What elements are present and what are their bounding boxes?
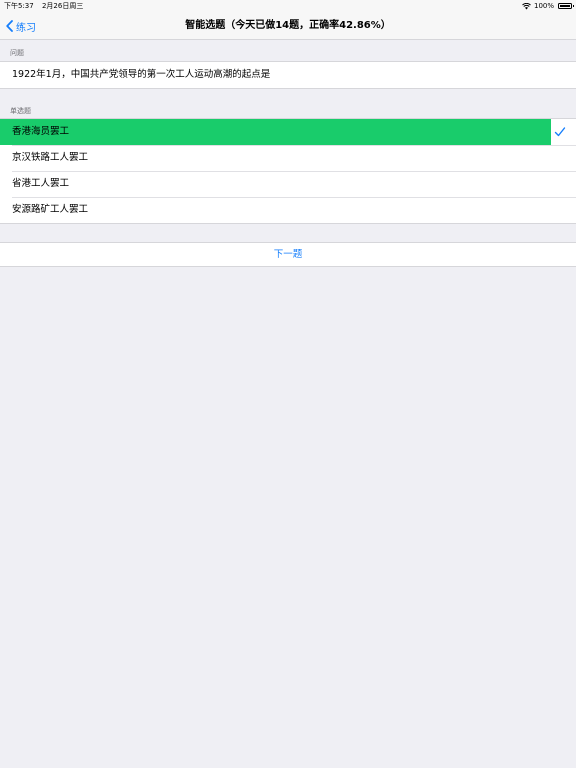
chevron-left-icon [6, 20, 13, 32]
question-section-header: 问题 [10, 49, 24, 57]
option-item[interactable]: 京汉铁路工人罢工 [0, 145, 576, 171]
options-group: 香港海员罢工 京汉铁路工人罢工 省港工人罢工 安源路矿工人罢工 [0, 118, 576, 224]
question-text: 1922年1月，中国共产党领导的第一次工人运动高潮的起点是 [0, 62, 576, 88]
battery-icon [558, 3, 574, 9]
question-group: 1922年1月，中国共产党领导的第一次工人运动高潮的起点是 [0, 61, 576, 89]
battery-percent: 100% [533, 2, 554, 10]
option-label: 京汉铁路工人罢工 [12, 152, 89, 163]
status-time: 下午5:37 [4, 2, 34, 10]
wifi-icon [522, 2, 531, 9]
option-item[interactable]: 省港工人罢工 [0, 171, 576, 197]
back-button-label: 练习 [16, 22, 36, 34]
status-left: 下午5:37 2月26日周三 [4, 0, 89, 12]
options-section-header: 单选题 [10, 107, 31, 115]
option-label: 安源路矿工人罢工 [12, 204, 89, 215]
nav-bar: 智能选题（今天已做14题，正确率42.86%） 练习 [0, 12, 576, 40]
question-label: 1922年1月，中国共产党领导的第一次工人运动高潮的起点是 [12, 69, 271, 80]
status-date: 2月26日周三 [41, 2, 84, 10]
option-item[interactable]: 安源路矿工人罢工 [0, 197, 576, 223]
back-button[interactable]: 练习 [6, 17, 36, 35]
option-label: 省港工人罢工 [12, 178, 70, 189]
selected-highlight [0, 119, 551, 145]
checkmark-icon [554, 127, 566, 137]
next-question-button[interactable]: 下一题 [0, 242, 576, 267]
page-title: 智能选题（今天已做14题，正确率42.86%） [185, 20, 391, 31]
status-bar: 下午5:37 2月26日周三 100% [0, 0, 576, 12]
option-label: 香港海员罢工 [12, 126, 70, 137]
option-item[interactable]: 香港海员罢工 [0, 119, 576, 145]
status-right: 100% [522, 0, 574, 12]
